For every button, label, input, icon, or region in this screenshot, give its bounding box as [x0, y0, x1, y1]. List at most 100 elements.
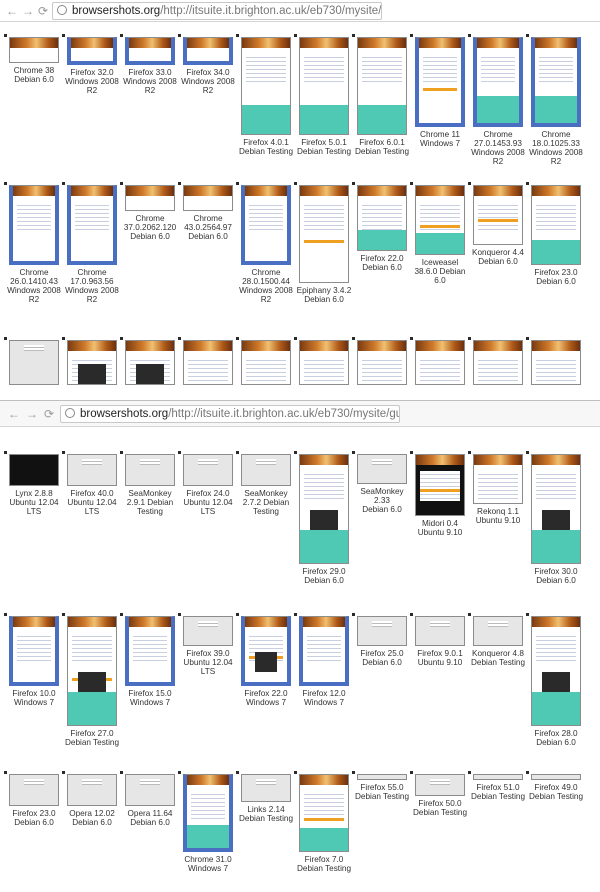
- screenshot-thumbnail[interactable]: [67, 37, 117, 65]
- screenshot-thumbnail[interactable]: [415, 774, 465, 796]
- screenshot-thumbnail[interactable]: [9, 185, 59, 265]
- bullet-icon: [468, 34, 471, 37]
- screenshot-thumbnail[interactable]: [9, 616, 59, 686]
- screenshot-thumbnail[interactable]: [125, 616, 175, 686]
- bullet-icon: [526, 337, 529, 340]
- screenshot-caption: Firefox 32.0 Windows 2008 R2: [65, 68, 119, 95]
- screenshot-thumbnail[interactable]: [67, 774, 117, 806]
- screenshot-thumbnail[interactable]: [473, 37, 523, 127]
- screenshot-caption: Firefox 22.0 Debian 6.0: [360, 254, 404, 272]
- screenshot-thumbnail[interactable]: [9, 774, 59, 806]
- bullet-icon: [120, 613, 123, 616]
- screenshot-thumbnail[interactable]: [531, 774, 581, 780]
- screenshot-thumbnail[interactable]: [241, 340, 291, 385]
- screenshot-thumbnail[interactable]: [357, 37, 407, 135]
- screenshot-thumbnail[interactable]: [473, 340, 523, 385]
- screenshot-caption: Firefox 50.0 Debian Testing: [412, 799, 467, 817]
- bullet-icon: [468, 771, 471, 774]
- bullet-icon: [294, 34, 297, 37]
- screenshot-thumbnail[interactable]: [9, 454, 59, 486]
- back-icon[interactable]: ←: [6, 5, 18, 17]
- screenshot-thumbnail[interactable]: [299, 774, 349, 852]
- screenshot-thumbnail[interactable]: [531, 454, 581, 564]
- screenshot-thumbnail[interactable]: [125, 774, 175, 806]
- screenshot-thumbnail[interactable]: [241, 454, 291, 486]
- screenshot-thumbnail[interactable]: [531, 616, 581, 726]
- bullet-icon: [236, 337, 239, 340]
- forward-icon[interactable]: →: [22, 5, 34, 17]
- screenshot-caption: Chrome 11 Windows 7: [419, 130, 461, 148]
- reload-icon[interactable]: ⟳: [44, 408, 54, 420]
- screenshot-thumbnail[interactable]: [183, 616, 233, 646]
- screenshot-thumbnail[interactable]: [531, 185, 581, 265]
- screenshot-thumbnail[interactable]: [241, 774, 291, 802]
- bullet-icon: [526, 771, 529, 774]
- screenshot-thumbnail[interactable]: [183, 37, 233, 65]
- screenshot-thumbnail[interactable]: [183, 454, 233, 486]
- screenshot-caption: Firefox 25.0 Debian 6.0: [360, 649, 404, 667]
- screenshot-thumbnail[interactable]: [473, 454, 523, 504]
- screenshot-thumbnail[interactable]: [241, 37, 291, 135]
- address-bar: ← → ⟳ browsershots.org/http://itsuite.it…: [0, 401, 600, 427]
- url-field[interactable]: browsershots.org/http://itsuite.it.brigh…: [60, 405, 400, 423]
- screenshot-thumbnail[interactable]: [415, 185, 465, 255]
- info-icon: [65, 408, 75, 418]
- screenshot-thumbnail[interactable]: [299, 185, 349, 283]
- screenshot-caption: Firefox 22.0 Windows 7: [244, 689, 288, 707]
- screenshot-thumbnail[interactable]: [125, 340, 175, 385]
- screenshot-thumbnail[interactable]: [183, 185, 233, 211]
- screenshot-thumbnail[interactable]: [357, 185, 407, 251]
- screenshot-thumbnail[interactable]: [125, 37, 175, 65]
- screenshot-thumbnail[interactable]: [299, 454, 349, 564]
- screenshot-caption: SeaMonkey 2.7.2 Debian Testing: [242, 489, 290, 516]
- screenshot-thumbnail[interactable]: [473, 616, 523, 646]
- screenshot-thumbnail[interactable]: [357, 616, 407, 646]
- url-field[interactable]: browsershots.org/http://itsuite.it.brigh…: [52, 2, 382, 20]
- screenshot-thumbnail[interactable]: [299, 616, 349, 686]
- screenshot-caption: Firefox 6.0.1 Debian Testing: [354, 138, 409, 156]
- screenshot-thumbnail[interactable]: [531, 340, 581, 385]
- forward-icon[interactable]: →: [26, 408, 38, 420]
- bullet-icon: [352, 771, 355, 774]
- screenshot-thumbnail[interactable]: [357, 774, 407, 780]
- screenshot-thumbnail[interactable]: [473, 774, 523, 780]
- screenshot-caption: Firefox 12.0 Windows 7: [302, 689, 346, 707]
- screenshot-thumbnail[interactable]: [67, 340, 117, 385]
- bullet-icon: [120, 771, 123, 774]
- reload-icon[interactable]: ⟳: [38, 5, 48, 17]
- screenshot-caption: Chrome 37.0.2062.120 Debian 6.0: [123, 214, 177, 241]
- bullet-icon: [178, 337, 181, 340]
- screenshot-thumbnail[interactable]: [299, 340, 349, 385]
- screenshot-thumbnail[interactable]: [183, 340, 233, 385]
- screenshot-thumbnail[interactable]: [531, 37, 581, 127]
- screenshot-thumbnail[interactable]: [415, 37, 465, 127]
- screenshot-thumbnail[interactable]: [125, 185, 175, 211]
- screenshot-thumbnail[interactable]: [415, 454, 465, 516]
- screenshot-thumbnail[interactable]: [9, 37, 59, 63]
- screenshot-caption: Firefox 30.0 Debian 6.0: [534, 567, 578, 585]
- screenshot-thumbnail[interactable]: [357, 454, 407, 484]
- screenshot-thumbnail[interactable]: [415, 616, 465, 646]
- screenshot-caption: Konqueror 4.4 Debian 6.0: [472, 248, 524, 266]
- address-bar: ← → ⟳ browsershots.org/http://itsuite.it…: [0, 0, 600, 22]
- screenshot-thumbnail[interactable]: [241, 616, 291, 686]
- screenshot-caption: Firefox 27.0 Debian Testing: [64, 729, 119, 747]
- screenshot-thumbnail[interactable]: [473, 185, 523, 245]
- screenshot-thumbnail[interactable]: [67, 454, 117, 486]
- screenshot-thumbnail[interactable]: [357, 340, 407, 385]
- screenshot-thumbnail[interactable]: [415, 340, 465, 385]
- bullet-icon: [526, 34, 529, 37]
- screenshot-thumbnail[interactable]: [9, 340, 59, 385]
- screenshot-thumbnail[interactable]: [67, 616, 117, 726]
- back-icon[interactable]: ←: [8, 408, 20, 420]
- screenshot-thumbnail[interactable]: [125, 454, 175, 486]
- bullet-icon: [294, 451, 297, 454]
- screenshot-caption: Lynx 2.8.8 Ubuntu 12.04 LTS: [9, 489, 59, 516]
- screenshot-thumbnail[interactable]: [241, 185, 291, 265]
- screenshot-thumbnail[interactable]: [183, 774, 233, 852]
- screenshot-thumbnail[interactable]: [67, 185, 117, 265]
- screenshot-thumbnail[interactable]: [299, 37, 349, 135]
- bullet-icon: [4, 337, 7, 340]
- screenshot-caption: Firefox 40.0 Ubuntu 12.04 LTS: [67, 489, 117, 516]
- bullet-icon: [410, 182, 413, 185]
